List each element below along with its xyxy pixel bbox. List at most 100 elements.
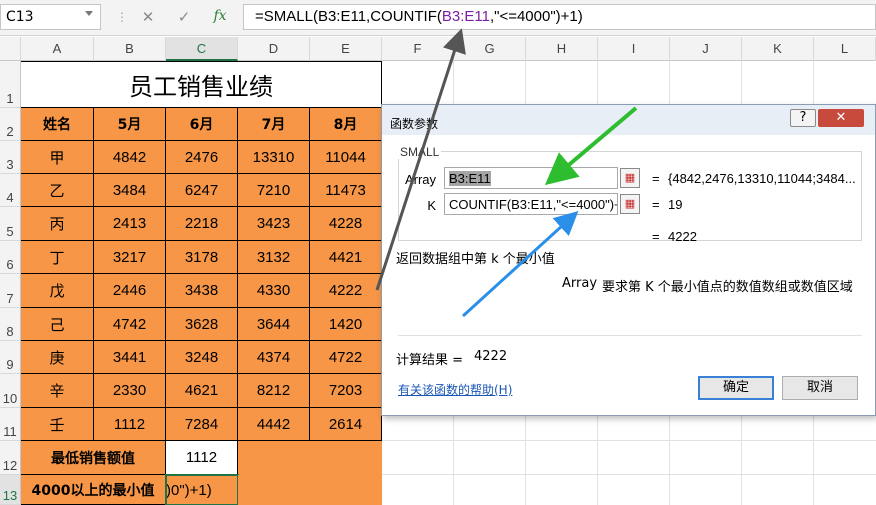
value-cell[interactable]: 3441 — [94, 341, 166, 374]
ok-button[interactable]: 确定 — [698, 376, 774, 400]
column-header-j[interactable]: J — [670, 37, 742, 61]
column-header-a[interactable]: A — [21, 37, 94, 61]
column-header-f[interactable]: F — [382, 37, 454, 61]
close-icon[interactable]: ✕ — [818, 109, 864, 127]
value-cell[interactable]: 3423 — [238, 207, 310, 241]
column-header-l[interactable]: L — [814, 37, 876, 61]
value-cell[interactable]: 4228 — [310, 207, 382, 241]
value-cell[interactable]: 11473 — [310, 174, 382, 207]
name-cell[interactable]: 庚 — [21, 341, 94, 374]
range-collapse-icon[interactable]: ▦ — [620, 194, 640, 214]
value-cell[interactable]: 2446 — [94, 274, 166, 308]
enter-icon[interactable]: ✓ — [174, 8, 194, 28]
header-cell[interactable]: 5月 — [94, 108, 166, 141]
header-cell[interactable]: 8月 — [310, 108, 382, 141]
name-cell[interactable]: 丙 — [21, 207, 94, 241]
row-header-12[interactable]: 12 — [0, 441, 21, 475]
value-cell[interactable]: 4222 — [310, 274, 382, 308]
value-cell[interactable]: 2476 — [166, 141, 238, 174]
min-label-cell[interactable]: 最低销售额值 — [21, 441, 166, 475]
value-cell[interactable]: 8212 — [238, 374, 310, 408]
name-cell[interactable]: 甲 — [21, 141, 94, 174]
value-cell[interactable]: 4722 — [310, 341, 382, 374]
formula-result-inline: 4222 — [668, 229, 697, 244]
value-cell[interactable]: 2330 — [94, 374, 166, 408]
column-header-h[interactable]: H — [526, 37, 598, 61]
row-header-1[interactable]: 1 — [0, 61, 21, 108]
row-header-2[interactable]: 2 — [0, 108, 21, 141]
array-input[interactable]: B3:E11 — [444, 167, 618, 189]
row-header-4[interactable]: 4 — [0, 174, 21, 207]
column-header-k[interactable]: K — [742, 37, 814, 61]
cancel-button[interactable]: 取消 — [782, 376, 858, 400]
column-header-b[interactable]: B — [94, 37, 166, 61]
row-header-6[interactable]: 6 — [0, 241, 21, 274]
column-header-c[interactable]: C — [166, 37, 238, 61]
row-number: 10 — [2, 391, 18, 406]
name-cell[interactable]: 丁 — [21, 241, 94, 274]
value-cell[interactable]: 7203 — [310, 374, 382, 408]
column-header-d[interactable]: D — [238, 37, 310, 61]
header-cell[interactable]: 姓名 — [21, 108, 94, 141]
cancel-icon[interactable]: ✕ — [138, 8, 158, 28]
blank-orange-cell[interactable] — [238, 441, 382, 475]
header-cell[interactable]: 6月 — [166, 108, 238, 141]
value-cell[interactable]: 4842 — [94, 141, 166, 174]
fx-icon[interactable]: fx — [210, 8, 230, 28]
sheet-title[interactable]: 员工销售业绩 — [21, 61, 382, 108]
name-cell[interactable]: 辛 — [21, 374, 94, 408]
range-collapse-icon[interactable]: ▦ — [620, 168, 640, 188]
row-header-7[interactable]: 7 — [0, 274, 21, 308]
k-input[interactable]: COUNTIF(B3:E11,"<=4000")+ — [444, 193, 618, 215]
dropdown-arrow-icon[interactable] — [85, 11, 93, 16]
name-cell[interactable]: 戊 — [21, 274, 94, 308]
value-cell[interactable]: 7284 — [166, 408, 238, 441]
column-header-i[interactable]: I — [598, 37, 670, 61]
value-cell[interactable]: 3628 — [166, 308, 238, 341]
name-cell[interactable]: 壬 — [21, 408, 94, 441]
value-cell[interactable]: 3644 — [238, 308, 310, 341]
column-header-e[interactable]: E — [310, 37, 382, 61]
function-help-link[interactable]: 有关该函数的帮助(H) — [398, 381, 512, 398]
blank-orange-cell[interactable] — [238, 475, 382, 505]
select-all-corner[interactable] — [0, 37, 21, 61]
row-header-13[interactable]: 13 — [0, 475, 21, 505]
header-cell[interactable]: 7月 — [238, 108, 310, 141]
value-cell[interactable]: 3484 — [94, 174, 166, 207]
name-cell[interactable]: 乙 — [21, 174, 94, 207]
column-header-g[interactable]: G — [454, 37, 526, 61]
formula-input[interactable]: =SMALL(B3:E11,COUNTIF(B3:E11,"<=4000")+1… — [243, 4, 876, 30]
value-cell[interactable]: 1112 — [94, 408, 166, 441]
value-cell[interactable]: 4330 — [238, 274, 310, 308]
value-cell[interactable]: 4621 — [166, 374, 238, 408]
value-cell[interactable]: 2413 — [94, 207, 166, 241]
help-icon[interactable]: ? — [790, 109, 816, 127]
name-box[interactable]: C13 — [0, 4, 101, 30]
value-cell[interactable]: 1420 — [310, 308, 382, 341]
value-cell[interactable]: 3438 — [166, 274, 238, 308]
row-header-5[interactable]: 5 — [0, 207, 21, 241]
value-cell[interactable]: 7210 — [238, 174, 310, 207]
value-cell[interactable]: 11044 — [310, 141, 382, 174]
value-cell[interactable]: 2614 — [310, 408, 382, 441]
value-cell[interactable]: 3217 — [94, 241, 166, 274]
value-cell[interactable]: 3132 — [238, 241, 310, 274]
row-header-11[interactable]: 11 — [0, 408, 21, 441]
name-cell[interactable]: 己 — [21, 308, 94, 341]
value-cell[interactable]: 2218 — [166, 207, 238, 241]
min-above-label-cell[interactable]: 4000以上的最小值 — [21, 475, 166, 505]
value-cell[interactable]: 3248 — [166, 341, 238, 374]
value-cell[interactable]: 3178 — [166, 241, 238, 274]
row-header-9[interactable]: 9 — [0, 341, 21, 374]
value-cell[interactable]: 4742 — [94, 308, 166, 341]
row-header-8[interactable]: 8 — [0, 308, 21, 341]
row-header-10[interactable]: 10 — [0, 374, 21, 408]
value-cell[interactable]: 4374 — [238, 341, 310, 374]
row-header-3[interactable]: 3 — [0, 141, 21, 174]
editing-cell[interactable]: )0")+1) — [165, 474, 239, 505]
value-cell[interactable]: 4442 — [238, 408, 310, 441]
value-cell[interactable]: 6247 — [166, 174, 238, 207]
value-cell[interactable]: 4421 — [310, 241, 382, 274]
value-cell[interactable]: 13310 — [238, 141, 310, 174]
min-value-cell[interactable]: 1112 — [166, 441, 238, 475]
